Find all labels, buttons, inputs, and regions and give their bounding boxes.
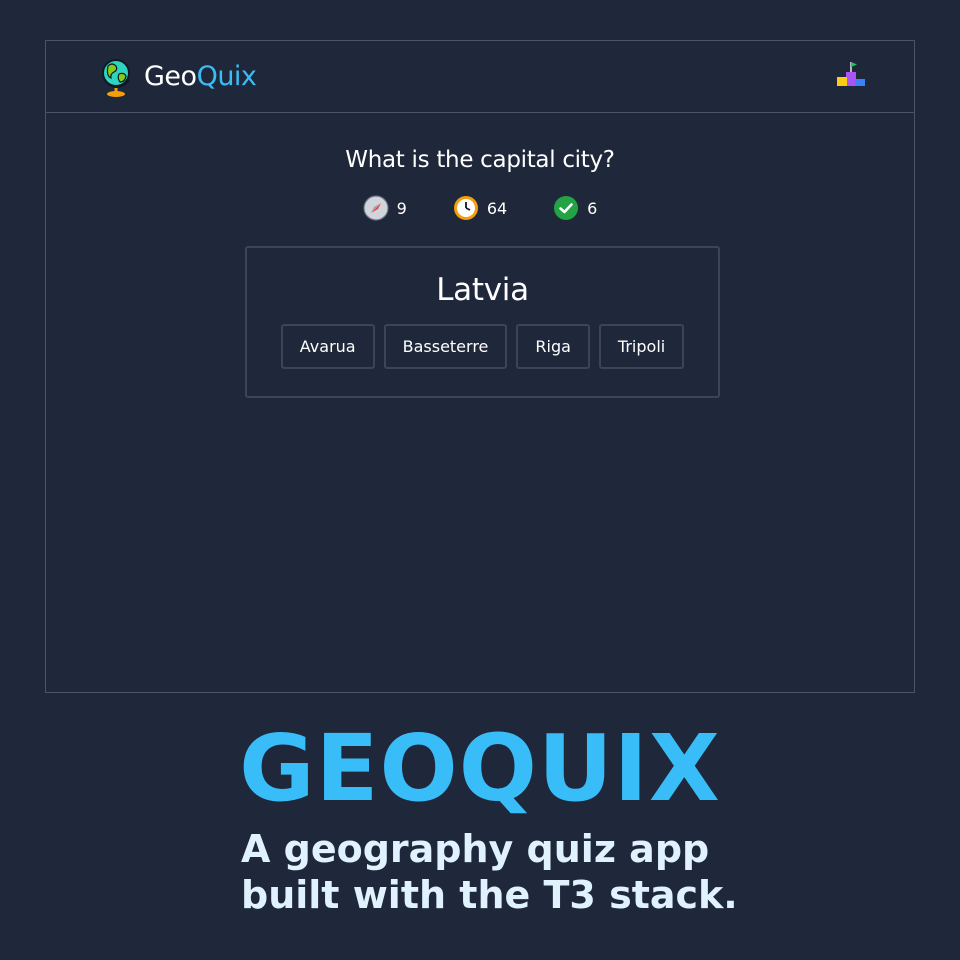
tagline-line-1: A geography quiz app [241,827,710,871]
answer-option[interactable]: Avarua [280,324,375,369]
leaderboard-button[interactable] [834,57,868,91]
navbar: GeoQuix [46,41,914,113]
compass-icon [363,195,389,221]
globe-icon [102,59,130,97]
promo-title: GEOQUIX [239,715,721,822]
clock-icon [453,196,478,220]
stat-correct: 6 [553,195,597,221]
quiz-card: Latvia Avarua Basseterre Riga Tripoli [245,246,720,398]
brand-name-part1: Geo [144,60,197,92]
stat-timer-value: 64 [486,198,508,218]
answer-option[interactable]: Basseterre [383,324,508,369]
podium-icon [837,62,865,86]
check-circle-icon [554,196,579,220]
brand-name: GeoQuix [144,60,257,92]
app-window: GeoQuix What is the capital city? 9 64 6… [45,40,915,693]
stat-questions: 9 [363,195,407,221]
country-name: Latvia [436,272,529,308]
tagline-line-2: built with the T3 stack. [241,873,738,917]
promo-tagline: A geography quiz app built with the T3 s… [241,826,761,918]
question-prompt: What is the capital city? [345,147,615,173]
stat-correct-value: 6 [587,198,598,218]
stats-bar: 9 64 6 [46,195,914,221]
brand-logo[interactable]: GeoQuix [98,54,257,98]
stat-questions-value: 9 [396,198,407,218]
stat-timer: 64 [453,195,507,221]
answer-option[interactable]: Riga [516,324,590,369]
answer-option[interactable]: Tripoli [598,324,685,369]
answer-options: Avarua Basseterre Riga Tripoli [247,324,718,369]
brand-name-part2: Quix [196,60,257,92]
